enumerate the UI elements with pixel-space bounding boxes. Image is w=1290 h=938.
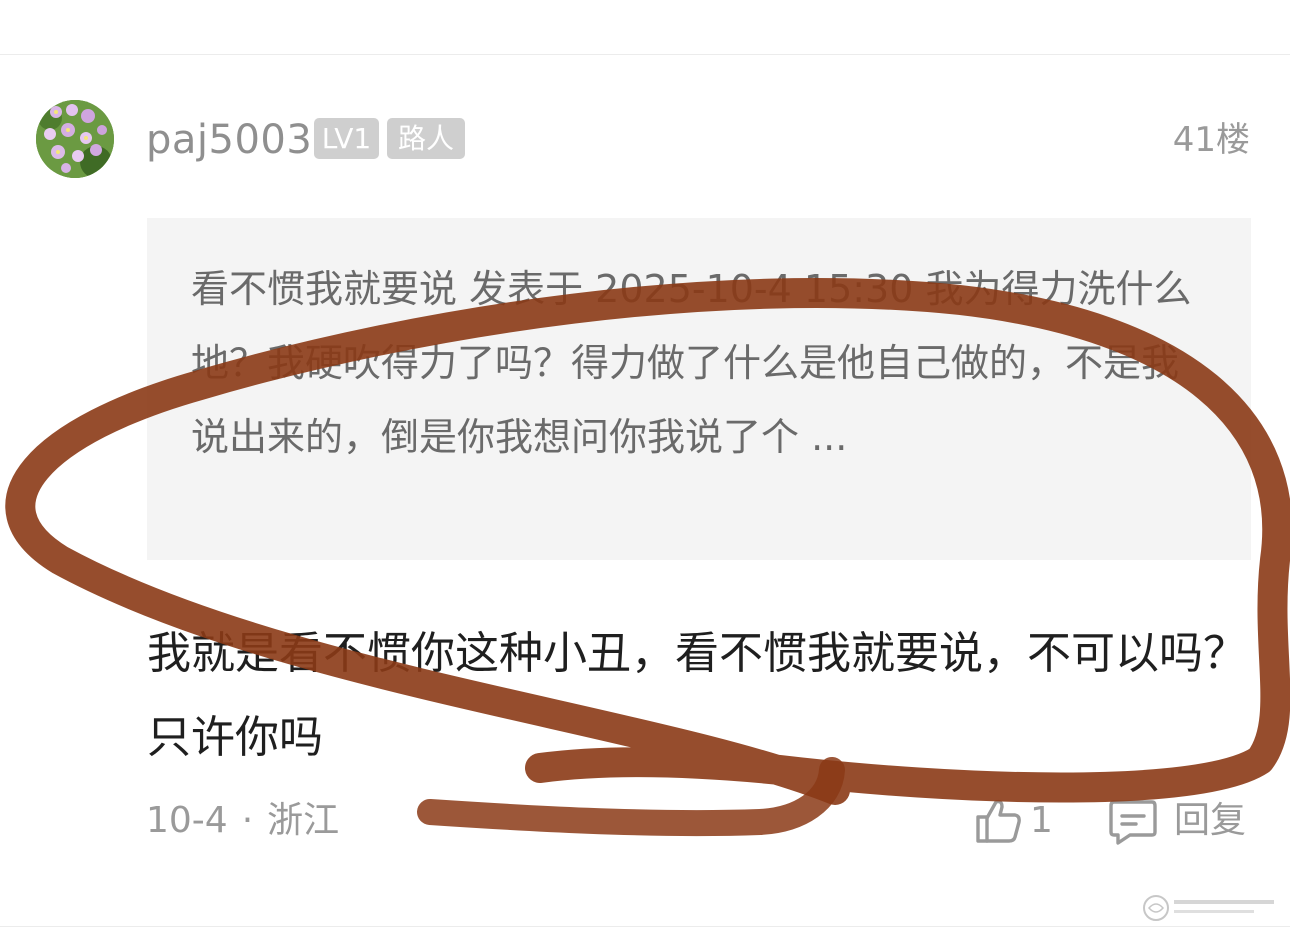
comment-location: 浙江 bbox=[267, 800, 340, 841]
rank-badge: 路人 bbox=[387, 118, 465, 159]
flower-avatar-image bbox=[36, 100, 114, 178]
comment-page: paj5003 LV1 路人 41楼 看不惯我就要说 发表于 2025-10-4… bbox=[0, 0, 1290, 938]
bottom-divider bbox=[0, 926, 1290, 927]
quoted-comment-text: 看不惯我就要说 发表于 2025-10-4 15:30 我为得力洗什么地？我硬吹… bbox=[191, 267, 1192, 459]
like-count[interactable]: 1 bbox=[1030, 797, 1053, 845]
top-divider bbox=[0, 54, 1290, 55]
comment-body: 我就是看不惯你这种小丑，看不惯我就要说，不可以吗？只许你吗 bbox=[147, 628, 1247, 763]
level-badge: LV1 bbox=[314, 118, 379, 159]
comment-meta: 10-4 · 浙江 bbox=[146, 797, 339, 845]
meta-separator: · bbox=[241, 800, 254, 841]
reply-button[interactable]: 回复 bbox=[1174, 797, 1246, 845]
floor-number: 41楼 bbox=[1172, 120, 1250, 160]
user-avatar[interactable] bbox=[36, 100, 114, 178]
comment-icon[interactable] bbox=[1108, 798, 1158, 846]
watermark-logo bbox=[1140, 890, 1280, 926]
thumbs-up-icon[interactable] bbox=[974, 796, 1024, 846]
comment-date: 10-4 bbox=[146, 800, 228, 841]
quoted-comment[interactable]: 看不惯我就要说 发表于 2025-10-4 15:30 我为得力洗什么地？我硬吹… bbox=[147, 218, 1251, 560]
username[interactable]: paj5003 bbox=[146, 116, 312, 164]
